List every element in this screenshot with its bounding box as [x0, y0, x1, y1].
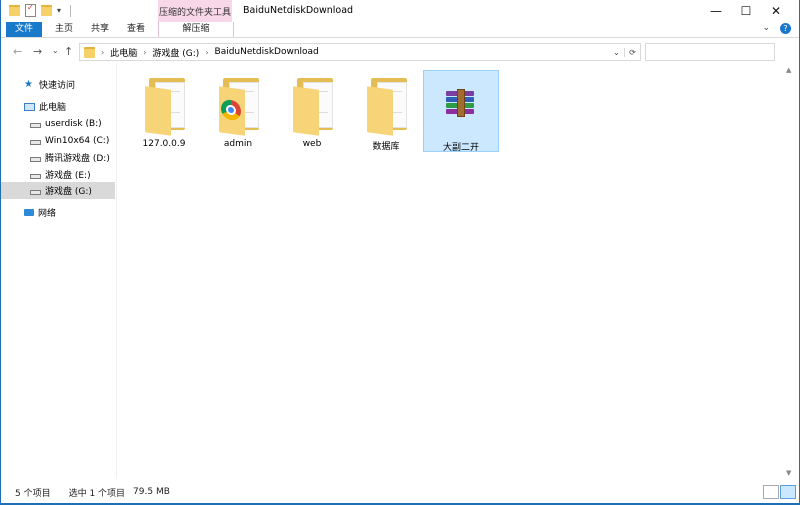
nav-item-quick-access[interactable]: ★ 快速访问 — [1, 76, 115, 93]
explorer-window: ▾ 压缩的文件夹工具 BaiduNetdiskDownload — ☐ ✕ 文件… — [1, 0, 799, 503]
navigation-pane: ★ 快速访问 此电脑 userdisk (B:) Win10x64 (C:) 腾… — [1, 64, 117, 479]
breadcrumb-this-pc[interactable]: 此电脑 — [110, 46, 137, 59]
vertical-scrollbar[interactable]: ▲ ▼ — [783, 64, 799, 479]
details-view-icon[interactable] — [763, 485, 779, 499]
context-tab-group-label: 压缩的文件夹工具 — [158, 0, 232, 22]
nav-item-label: 腾讯游戏盘 (D:) — [45, 154, 110, 164]
up-arrow-icon[interactable]: ↑ — [64, 45, 73, 58]
folder-icon — [287, 78, 337, 136]
file-item-selected[interactable]: 大副二开 — [423, 70, 499, 153]
item-count: 5 个项目 — [15, 488, 51, 499]
file-item[interactable]: 数据库 — [349, 70, 423, 152]
drive-icon — [30, 190, 41, 195]
nav-item-label: 快速访问 — [39, 81, 76, 91]
rar-archive-icon — [446, 89, 474, 117]
address-dropdown-icon[interactable]: ⌄ — [609, 48, 624, 57]
computer-icon — [24, 102, 35, 111]
breadcrumb-drive[interactable]: 游戏盘 (G:) — [152, 46, 199, 59]
file-item[interactable]: web — [275, 70, 349, 150]
folder-icon — [139, 78, 189, 136]
drive-icon — [30, 157, 41, 162]
ribbon-expand-icon[interactable]: ⌄ — [762, 23, 770, 34]
properties-icon[interactable] — [25, 3, 36, 17]
new-folder-icon[interactable] — [41, 5, 52, 16]
tab-extract[interactable]: 解压缩 — [158, 22, 234, 37]
maximize-button[interactable]: ☐ — [731, 0, 761, 22]
star-icon: ★ — [24, 78, 33, 90]
folder-icon — [84, 46, 95, 58]
folder-icon — [361, 78, 411, 136]
large-icons-view-icon[interactable] — [780, 485, 796, 499]
file-name: 大副二开 — [442, 143, 479, 153]
selection-size: 79.5 MB — [133, 487, 170, 497]
file-name: admin — [223, 139, 253, 149]
file-name: 127.0.0.9 — [142, 139, 186, 149]
file-item[interactable]: 127.0.0.9 — [127, 70, 201, 150]
file-item[interactable]: admin — [201, 70, 275, 150]
nav-item-drive-g[interactable]: 游戏盘 (G:) — [1, 182, 115, 199]
file-name: web — [302, 139, 322, 149]
tab-view[interactable]: 查看 — [121, 22, 151, 37]
selection-count: 选中 1 个项目 — [68, 488, 126, 499]
minimize-button[interactable]: — — [701, 0, 731, 22]
nav-item-drive-e[interactable]: 游戏盘 (E:) — [1, 166, 115, 183]
file-list: 127.0.0.9 admin web 数据库 大副二开 — [117, 64, 783, 479]
scroll-down-icon[interactable]: ▼ — [786, 469, 791, 477]
tab-home[interactable]: 主页 — [49, 22, 79, 37]
toolbar-divider — [70, 4, 72, 17]
nav-item-label: userdisk (B:) — [45, 118, 102, 129]
drive-icon — [30, 140, 41, 145]
close-button[interactable]: ✕ — [761, 0, 791, 22]
customize-toolbar-icon[interactable]: ▾ — [57, 6, 61, 15]
recent-locations-icon[interactable]: ⌄ — [52, 46, 59, 55]
help-icon[interactable]: ? — [780, 23, 791, 34]
navigation-bar: ← → ⌄ ↑ › 此电脑 › 游戏盘 (G:) › BaiduNetdiskD… — [1, 38, 799, 64]
quick-access-toolbar: ▾ — [9, 3, 72, 17]
title-bar: ▾ 压缩的文件夹工具 BaiduNetdiskDownload — ☐ ✕ — [1, 0, 799, 22]
nav-item-drive-b[interactable]: userdisk (B:) — [1, 115, 115, 132]
nav-item-label: 网络 — [38, 209, 57, 219]
address-bar[interactable]: › 此电脑 › 游戏盘 (G:) › BaiduNetdiskDownload … — [79, 43, 641, 61]
chrome-folder-icon — [213, 78, 263, 136]
scroll-up-icon[interactable]: ▲ — [786, 66, 791, 74]
drive-icon — [30, 123, 41, 128]
nav-item-label: Win10x64 (C:) — [45, 135, 110, 146]
nav-item-drive-d[interactable]: 腾讯游戏盘 (D:) — [1, 149, 115, 166]
ribbon-tabs: 文件 主页 共享 查看 解压缩 ⌄ ? — [1, 22, 799, 38]
forward-arrow-icon[interactable]: → — [33, 45, 42, 58]
file-name: 数据库 — [372, 142, 400, 152]
nav-item-label: 此电脑 — [39, 103, 67, 113]
status-bar: 5 个项目 选中 1 个项目 79.5 MB — [1, 481, 799, 503]
nav-item-this-pc[interactable]: 此电脑 — [1, 98, 115, 115]
folder-icon[interactable] — [9, 5, 20, 16]
nav-item-label: 游戏盘 (G:) — [45, 187, 92, 197]
nav-item-network[interactable]: 网络 — [1, 204, 115, 221]
back-arrow-icon[interactable]: ← — [13, 45, 22, 58]
nav-item-label: 游戏盘 (E:) — [45, 171, 91, 181]
refresh-icon[interactable]: ⟳ — [624, 47, 640, 57]
network-icon — [24, 209, 34, 216]
breadcrumb-current-folder[interactable]: BaiduNetdiskDownload — [215, 47, 319, 57]
nav-item-drive-c[interactable]: Win10x64 (C:) — [1, 132, 115, 149]
search-input[interactable] — [645, 43, 775, 61]
ribbon-controls: ⌄ ? — [762, 23, 791, 34]
tab-share[interactable]: 共享 — [85, 22, 115, 37]
tab-file[interactable]: 文件 — [6, 22, 42, 37]
window-title: BaiduNetdiskDownload — [243, 5, 354, 16]
drive-icon — [30, 174, 41, 179]
